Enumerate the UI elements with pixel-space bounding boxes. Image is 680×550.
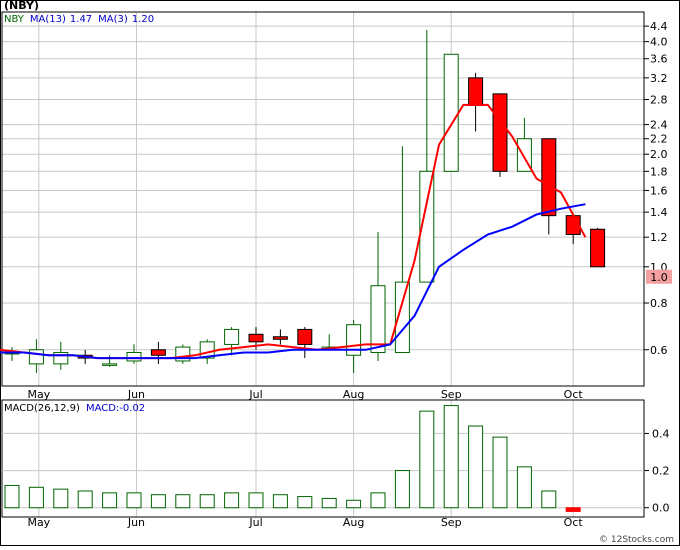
macd-bar [102,492,118,509]
candle-body [102,363,118,366]
ticker-label: (NBY) [4,0,40,12]
candle-body [272,336,288,340]
macd-bar [370,492,386,509]
x-tick-label: May [27,388,50,401]
macd-bar [77,490,93,509]
candle-body [150,349,166,356]
price-legend: (NBY) NBY MA(13) 1.47 MA(3) 1.20 [4,0,155,25]
macd-bar [28,486,44,509]
credit: © 12Stocks.com [599,535,674,545]
macd-tick-label: 0.2 [652,465,670,478]
macd-bar [565,507,581,512]
candle-body [248,333,264,343]
ma13-line [0,203,586,360]
price-tick-label: 1.8 [650,165,668,178]
macd-bar [492,436,508,509]
macd-bar [150,494,166,509]
candle-body [126,351,142,362]
macd-bar [346,499,362,509]
x-tick-label: Oct [564,388,584,401]
macd-x-tick-label: May [27,516,50,529]
ma3-label: MA(3) [98,14,128,25]
macd-bar [272,494,288,509]
ma13-value: 1.47 [69,14,93,25]
price-tick-label: 0.8 [650,297,668,310]
macd-bar [199,494,215,509]
chart-svg: May May Jun Jun Jul Jul Aug Aug Sep Sep Oct Oct 0.6 0… [0,0,680,546]
macd-tick-label: 0.4 [652,427,670,440]
ma3-value: 1.20 [131,14,155,25]
price-tick-label: 4.4 [650,20,668,33]
x-tick-label: Aug [343,388,364,401]
ticker-name: NBY [4,14,24,25]
macd-bar [4,484,20,509]
candle-body [224,328,240,345]
macd-bar [419,410,435,509]
x-tick-label: Jun [127,388,145,401]
macd-bar [53,488,69,509]
candle-body [468,77,484,106]
candle-body [297,328,313,345]
price-tick-label: 0.6 [650,344,668,357]
macd-x-tick-label: Sep [441,516,462,529]
candle-body [590,228,606,268]
price-tick-label: 3.6 [650,53,668,66]
macd-bar [443,405,459,509]
price-tick-label: 3.2 [650,72,668,85]
macd-bar [468,425,484,509]
price-tick-label: 2.2 [650,133,668,146]
ma13-label: MA(13) [29,14,66,25]
macd-legend: MACD(26,12,9) MACD:-0.02 [4,403,145,414]
outer-frame [0,0,680,546]
candle-body [370,285,386,353]
last-price-label: 1.0 [650,271,668,284]
x-tick-label: Jul [248,388,262,401]
macd-x-tick-label: Jun [127,516,145,529]
price-tick-label: 1.6 [650,184,668,197]
candle-body [541,138,557,217]
macd-label: MACD(26,12,9) [4,403,80,414]
price-tick-label: 2.0 [650,148,668,161]
candle-body [443,53,459,172]
macd-value-label: MACD:-0.02 [85,403,146,414]
price-tick-label: 2.8 [650,94,668,107]
macd-bar [516,466,532,509]
macd-x-tick-label: Oct [564,516,584,529]
x-tick-label: Sep [441,388,462,401]
price-tick-label: 1.4 [650,206,668,219]
macd-bar [297,496,313,509]
macd-bar [175,494,191,509]
macd-bar [126,492,142,509]
candle-body [53,351,69,365]
candle-body [28,349,44,365]
macd-bar [394,470,410,509]
macd-bar [224,492,240,509]
chart-root: May May Jun Jun Jul Jul Aug Aug Sep Sep Oct Oct 0.6 0… [0,0,680,546]
price-tick-label: 1.2 [650,231,668,244]
candle-body [492,93,508,172]
macd-x-tick-label: Aug [343,516,364,529]
price-tick-label: 4.0 [650,36,668,49]
macd-tick-label: 0.0 [652,502,670,515]
macd-bar [541,490,557,509]
macd-bar [321,497,337,509]
macd-x-tick-label: Jul [248,516,262,529]
price-tick-label: 2.4 [650,119,668,132]
macd-bar [248,492,264,509]
